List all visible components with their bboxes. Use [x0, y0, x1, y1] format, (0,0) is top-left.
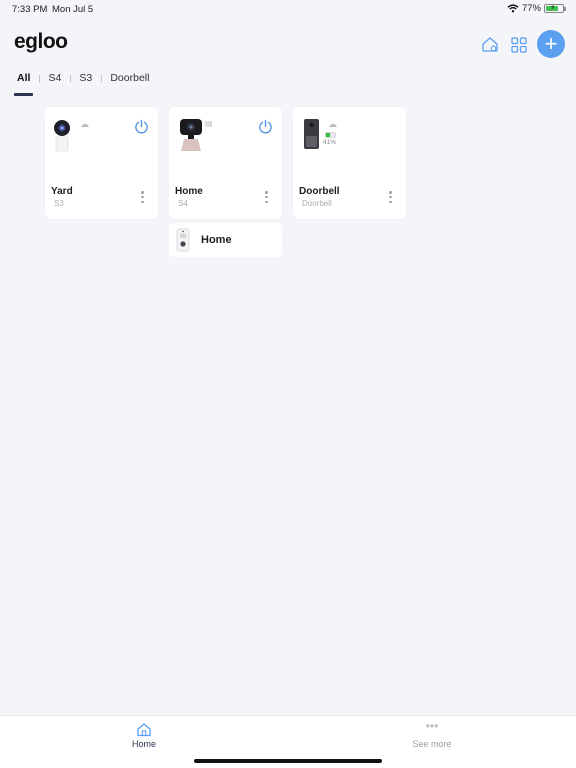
home-indicator: [194, 759, 382, 763]
hub-device-icon: [176, 228, 190, 252]
more-options-icon[interactable]: [265, 191, 268, 203]
s3-camera-icon: [54, 120, 70, 152]
doorbell-icon: [304, 119, 319, 149]
nav-home[interactable]: Home: [104, 722, 184, 749]
home-settings-icon[interactable]: [481, 36, 499, 54]
status-date: Mon Jul 5: [52, 4, 94, 15]
more-dots-icon: •••: [425, 719, 439, 733]
battery-percent: 77%: [521, 3, 541, 14]
add-device-button[interactable]: +: [537, 30, 565, 58]
device-name: Yard: [51, 186, 73, 197]
wifi-icon: [507, 4, 519, 13]
device-card-yard[interactable]: ☁ Yard S3: [45, 107, 158, 219]
device-model: S3: [54, 199, 64, 208]
device-model: S4: [178, 199, 188, 208]
cloud-icon: ☁: [80, 119, 89, 129]
device-name: Doorbell: [299, 186, 340, 197]
battery-level-icon: [325, 132, 336, 138]
cloud-icon: ☁: [328, 119, 337, 129]
s4-camera-icon: [180, 119, 202, 151]
tab-doorbell[interactable]: Doorbell: [110, 72, 149, 84]
device-model: Doorbell: [302, 199, 332, 208]
home-icon: [137, 723, 151, 737]
battery-percent: 41%: [323, 139, 337, 146]
grid-view-icon[interactable]: [510, 36, 528, 54]
more-options-icon[interactable]: [141, 191, 144, 203]
status-time: 7:33 PM: [12, 4, 48, 15]
tab-s3[interactable]: S3: [79, 72, 92, 84]
filter-tabs: All | S4 | S3 | Doorbell: [17, 72, 150, 84]
nav-home-label: Home: [131, 739, 156, 749]
device-card-doorbell[interactable]: ☁ 41% Doorbell Doorbell: [293, 107, 406, 219]
nav-see-more-label: See more: [412, 739, 452, 749]
battery-icon: ⚡: [544, 3, 566, 13]
active-tab-indicator: [14, 93, 33, 96]
device-card-home[interactable]: ▤ Home S4: [169, 107, 282, 219]
power-icon[interactable]: [134, 119, 149, 134]
hub-name: Home: [201, 234, 232, 246]
status-right: 77% ⚡: [507, 3, 566, 14]
device-name: Home: [175, 186, 203, 197]
app-logo: egloo: [14, 30, 68, 53]
more-options-icon[interactable]: [389, 191, 392, 203]
hub-card-home[interactable]: Home: [169, 223, 282, 257]
tab-all[interactable]: All: [17, 72, 30, 84]
tab-s4[interactable]: S4: [49, 72, 62, 84]
nav-see-more[interactable]: ••• See more: [392, 719, 472, 749]
power-icon[interactable]: [258, 119, 273, 134]
sd-card-icon: ▤: [205, 119, 213, 128]
status-bar: 7:33 PM Mon Jul 5 77% ⚡: [0, 0, 576, 18]
